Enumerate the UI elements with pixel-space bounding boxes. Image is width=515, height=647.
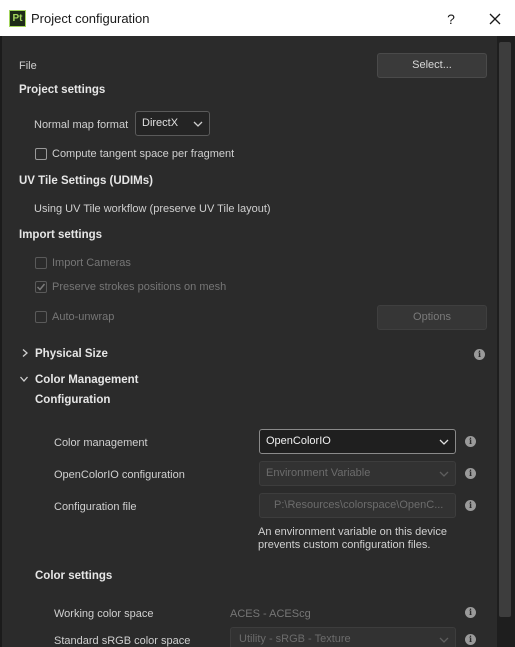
ocio-configuration-info-icon[interactable]: i — [465, 468, 476, 479]
working-color-space-value: ACES - ACEScg — [230, 608, 311, 620]
chevron-right-icon[interactable] — [21, 349, 29, 357]
file-label: File — [19, 60, 37, 72]
normal-map-format-dropdown[interactable]: DirectX — [135, 111, 210, 136]
working-color-space-info-icon[interactable]: i — [465, 607, 476, 618]
compute-tangent-checkbox[interactable] — [35, 148, 47, 160]
configuration-file-field[interactable]: P:\Resources\colorspace\OpenC... — [259, 493, 456, 518]
select-file-button[interactable]: Select... — [377, 53, 487, 78]
unwrap-options-button[interactable]: Options — [377, 305, 487, 330]
chevron-down-icon — [439, 471, 449, 477]
ocio-configuration-label: OpenColorIO configuration — [54, 469, 185, 481]
normal-map-format-label: Normal map format — [34, 119, 129, 131]
env-variable-note-line2: prevents custom configuration files. — [258, 539, 431, 551]
window-title: Project configuration — [31, 11, 150, 26]
normal-map-format-value: DirectX — [142, 117, 179, 129]
chevron-down-icon — [439, 637, 449, 643]
configuration-file-path: P:\Resources\colorspace\OpenC... — [274, 499, 444, 511]
close-icon — [489, 13, 501, 25]
import-cameras-label: Import Cameras — [52, 257, 131, 269]
chevron-down-icon[interactable] — [20, 375, 28, 383]
configuration-file-info-icon[interactable]: i — [465, 500, 476, 511]
checkmark-icon — [36, 283, 46, 291]
import-settings-heading: Import settings — [19, 229, 103, 241]
uv-tile-status: Using UV Tile workflow (preserve UV Tile… — [34, 203, 271, 215]
compute-tangent-label: Compute tangent space per fragment — [52, 148, 235, 160]
standard-srgb-dropdown[interactable]: Utility - sRGB - Texture — [230, 627, 456, 647]
standard-srgb-value: Utility - sRGB - Texture — [239, 633, 351, 645]
preserve-strokes-label: Preserve strokes positions on mesh — [52, 281, 227, 293]
color-management-label: Color management — [54, 437, 148, 449]
chevron-down-icon — [439, 439, 449, 445]
configuration-file-label: Configuration file — [54, 501, 137, 513]
preserve-strokes-checkbox[interactable] — [35, 281, 47, 293]
import-cameras-checkbox[interactable] — [35, 257, 47, 269]
settings-panel: File Select... Project settings Normal m… — [2, 36, 497, 647]
close-button[interactable] — [484, 8, 506, 30]
ocio-configuration-dropdown[interactable]: Environment Variable — [259, 461, 456, 486]
env-variable-note-line1: An environment variable on this device — [258, 526, 447, 538]
vertical-scrollbar[interactable] — [497, 36, 515, 647]
color-management-value: OpenColorIO — [266, 435, 331, 447]
auto-unwrap-checkbox[interactable] — [35, 311, 47, 323]
scrollbar-thumb[interactable] — [499, 42, 511, 617]
uv-tile-heading: UV Tile Settings (UDIMs) — [19, 175, 153, 187]
working-color-space-label: Working color space — [54, 608, 154, 620]
standard-srgb-label: Standard sRGB color space — [54, 635, 191, 647]
color-settings-heading: Color settings — [35, 570, 113, 582]
project-settings-heading: Project settings — [19, 84, 106, 96]
configuration-heading: Configuration — [35, 394, 111, 406]
app-logo-icon: Pt — [9, 10, 26, 27]
physical-size-heading[interactable]: Physical Size — [35, 348, 108, 360]
help-button[interactable]: ? — [440, 8, 462, 30]
standard-srgb-info-icon[interactable]: i — [465, 634, 476, 645]
title-bar: Pt Project configuration ? — [0, 0, 515, 36]
ocio-configuration-value: Environment Variable — [266, 467, 371, 479]
chevron-down-icon — [193, 121, 203, 127]
color-management-heading[interactable]: Color Management — [35, 374, 139, 386]
physical-size-info-icon[interactable]: i — [474, 349, 485, 360]
color-management-dropdown[interactable]: OpenColorIO — [259, 429, 456, 454]
color-management-info-icon[interactable]: i — [465, 436, 476, 447]
auto-unwrap-label: Auto-unwrap — [52, 311, 115, 323]
